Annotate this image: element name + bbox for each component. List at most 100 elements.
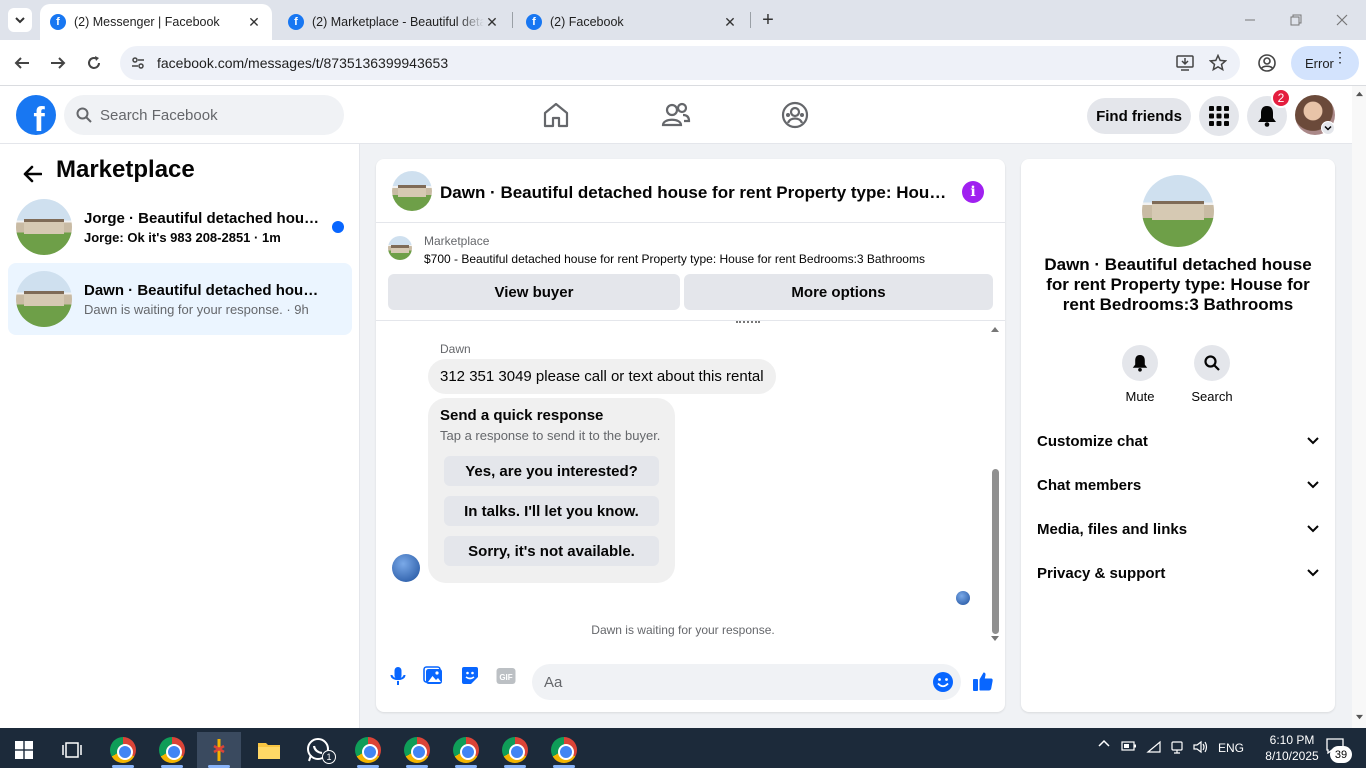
windows-taskbar: 1 ENG 6:10 PM 8/10/2025 39 — [0, 728, 1366, 768]
taskbar-chrome-2[interactable] — [150, 732, 194, 768]
profile-error-button[interactable]: Error ⋮ — [1291, 46, 1359, 80]
chevron-down-icon — [1307, 481, 1319, 489]
restore-window-button[interactable] — [1276, 6, 1316, 34]
task-view-button[interactable] — [50, 732, 94, 768]
notification-center-badge: 39 — [1330, 746, 1352, 763]
taskbar-chrome-5[interactable] — [444, 732, 488, 768]
start-button[interactable] — [2, 732, 46, 768]
listing-thumbnail[interactable] — [1142, 175, 1214, 247]
friends-nav-button[interactable] — [661, 100, 691, 130]
customize-chat-section[interactable]: Customize chat — [1037, 419, 1319, 463]
close-window-button[interactable] — [1322, 6, 1362, 34]
mute-button[interactable]: Mute — [1110, 345, 1170, 404]
taskbar-chrome-6[interactable] — [493, 732, 537, 768]
chat-panel: Dawn · Beautiful detached house for rent… — [376, 159, 1005, 712]
address-bar[interactable]: facebook.com/messages/t/8735136399943653 — [120, 46, 1240, 80]
sticker-icon[interactable] — [459, 665, 481, 687]
forward-button[interactable] — [43, 48, 73, 78]
view-buyer-button[interactable]: View buyer — [388, 274, 680, 310]
url-text[interactable]: facebook.com/messages/t/8735136399943653 — [157, 55, 448, 71]
close-tab-icon[interactable]: ✕ — [722, 14, 738, 30]
search-in-conversation-button[interactable]: Search — [1182, 345, 1242, 404]
groups-icon — [781, 101, 809, 129]
site-settings-icon[interactable] — [130, 55, 146, 71]
quick-response-option[interactable]: In talks. I'll let you know. — [444, 496, 659, 526]
info-icon[interactable]: i — [962, 181, 984, 203]
panel-title: Marketplace — [56, 156, 195, 183]
conversation-item-jorge[interactable]: Jorge · Beautiful detached house... Jorg… — [8, 191, 352, 263]
scroll-up-icon[interactable] — [1355, 90, 1364, 97]
message-input[interactable]: Aa — [532, 664, 961, 700]
chat-title[interactable]: Dawn · Beautiful detached house for rent… — [440, 183, 950, 203]
message-thread[interactable]: Dawn 312 351 3049 please call or text ab… — [376, 321, 1005, 651]
tab-facebook[interactable]: f (2) Facebook ✕ — [516, 4, 748, 40]
show-hidden-icons-icon[interactable] — [1098, 738, 1110, 750]
scroll-down-icon[interactable] — [990, 635, 1000, 643]
taskbar-file-explorer[interactable] — [247, 732, 291, 768]
profile-icon — [1258, 54, 1276, 72]
reload-button[interactable] — [79, 48, 109, 78]
minimize-window-button[interactable] — [1230, 6, 1270, 34]
emoji-icon[interactable] — [932, 671, 954, 693]
taskbar-chrome-4[interactable] — [395, 732, 439, 768]
close-tab-icon[interactable]: ✕ — [484, 14, 500, 30]
account-chevron-icon — [1321, 121, 1335, 135]
install-app-icon[interactable] — [1176, 54, 1194, 72]
facebook-logo[interactable]: f — [16, 95, 56, 135]
facebook-search-input[interactable]: Search Facebook — [64, 95, 344, 135]
taskbar-chrome-1[interactable] — [101, 732, 145, 768]
taskbar-chrome-7[interactable] — [542, 732, 586, 768]
thumbs-up-icon[interactable] — [972, 670, 994, 692]
more-options-button[interactable]: More options — [684, 274, 993, 310]
conversation-preview: Dawn is waiting for your response. · 9h — [84, 301, 309, 317]
conversation-details-panel: Dawn · Beautiful detached house for rent… — [1021, 159, 1335, 712]
details-title: Dawn · Beautiful detached house for rent… — [1044, 255, 1312, 314]
message-bubble[interactable]: 312 351 3049 please call or text about t… — [428, 359, 776, 394]
home-nav-button[interactable] — [541, 100, 571, 130]
tab-messenger[interactable]: f (2) Messenger | Facebook ✕ — [40, 4, 272, 40]
quick-response-option[interactable]: Sorry, it's not available. — [444, 536, 659, 566]
photo-icon[interactable] — [423, 665, 445, 687]
chrome-icon — [110, 737, 136, 763]
menu-button[interactable] — [1199, 96, 1239, 136]
gif-icon[interactable]: GIF — [495, 665, 517, 687]
network-icon[interactable] — [1170, 740, 1184, 754]
bookmark-star-icon[interactable] — [1209, 54, 1227, 72]
back-to-chats-button[interactable] — [18, 160, 46, 188]
tab-marketplace[interactable]: f (2) Marketplace - Beautiful deta ✕ — [278, 4, 510, 40]
groups-nav-button[interactable] — [780, 100, 810, 130]
scroll-down-icon[interactable] — [1355, 714, 1364, 721]
page-scrollbar[interactable] — [1352, 86, 1366, 728]
taskbar-chrome-3[interactable] — [346, 732, 390, 768]
taskbar-pinned-app[interactable] — [197, 732, 241, 768]
privacy-support-section[interactable]: Privacy & support — [1037, 551, 1319, 595]
scroll-up-icon[interactable] — [990, 325, 1000, 333]
battery-icon[interactable] — [1121, 740, 1137, 752]
taskbar-whatsapp[interactable]: 1 — [296, 732, 340, 768]
chrome-icon — [502, 737, 528, 763]
tab-search-button[interactable] — [8, 8, 32, 32]
system-clock[interactable]: 6:10 PM 8/10/2025 — [1256, 732, 1328, 764]
listing-thumbnail — [16, 271, 72, 327]
new-tab-button[interactable]: + — [756, 8, 780, 32]
close-tab-icon[interactable]: ✕ — [246, 14, 262, 30]
chevron-down-icon — [15, 17, 25, 24]
language-indicator[interactable]: ENG — [1218, 741, 1244, 755]
chevron-down-icon — [1307, 569, 1319, 577]
thread-scroll-thumb[interactable] — [992, 469, 999, 634]
browser-toolbar: facebook.com/messages/t/8735136399943653… — [0, 40, 1366, 86]
conversation-item-dawn[interactable]: Dawn · Beautiful detached house f... Daw… — [8, 263, 352, 335]
chat-members-section[interactable]: Chat members — [1037, 463, 1319, 507]
listing-thumbnail[interactable] — [392, 171, 432, 211]
microphone-icon[interactable] — [387, 665, 409, 687]
section-label: Privacy & support — [1037, 564, 1166, 582]
volume-icon[interactable] — [1193, 740, 1209, 754]
media-files-links-section[interactable]: Media, files and links — [1037, 507, 1319, 551]
quick-response-option[interactable]: Yes, are you interested? — [444, 456, 659, 486]
sender-avatar[interactable] — [392, 554, 420, 582]
wifi-icon[interactable] — [1146, 740, 1162, 754]
find-friends-button[interactable]: Find friends — [1087, 98, 1191, 134]
quick-response-title: Send a quick response — [440, 407, 604, 424]
profile-button[interactable] — [1252, 48, 1282, 78]
back-button[interactable] — [7, 48, 37, 78]
